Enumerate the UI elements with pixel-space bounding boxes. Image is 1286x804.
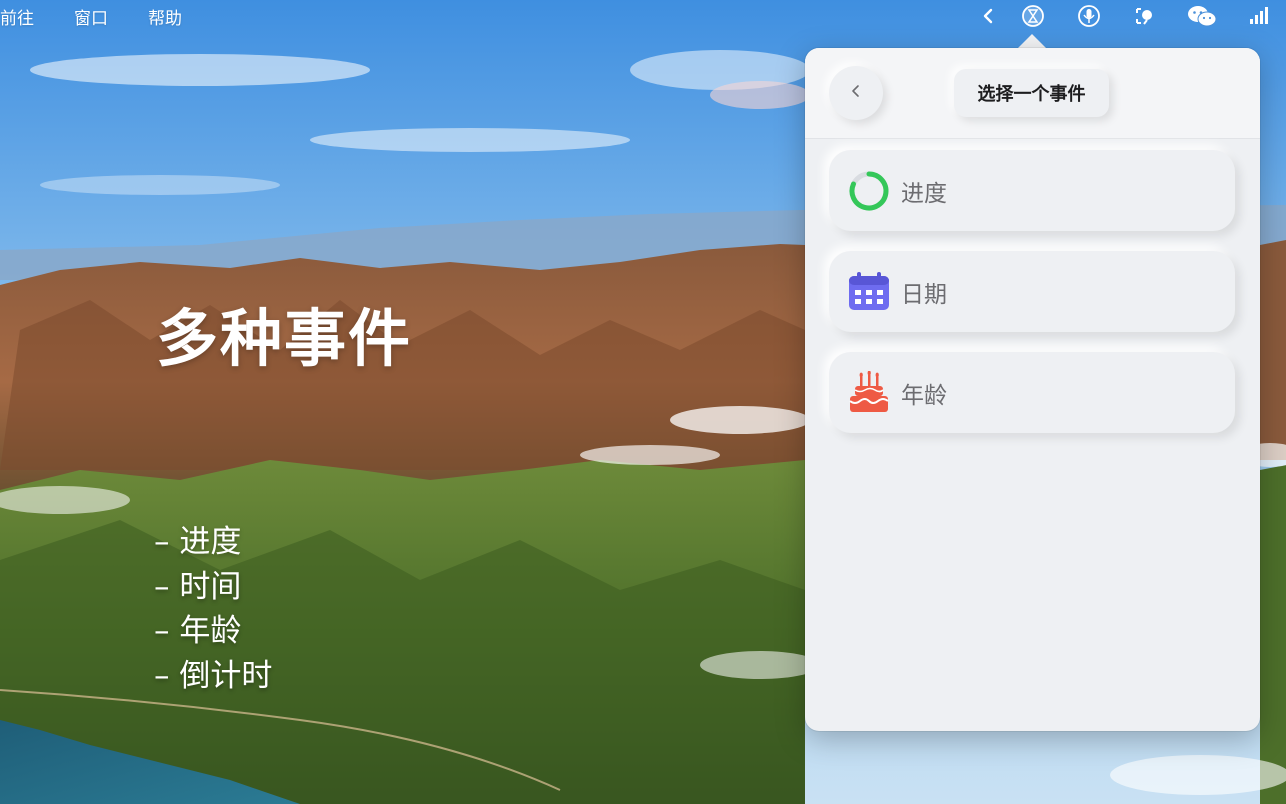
menu-help[interactable]: 帮助 (148, 4, 196, 29)
back-button[interactable] (829, 66, 883, 120)
promo-headline: 多种事件 (156, 302, 413, 375)
feature-item: – 倒计时 (154, 657, 273, 694)
signal-bars-icon[interactable] (1246, 4, 1272, 28)
feature-list: – 进度 – 时间 – 年龄 – 倒计时 (154, 520, 272, 698)
wechat-icon[interactable] (1186, 4, 1218, 28)
chevron-left-icon (848, 83, 864, 103)
event-type-list: 进度 日期 年龄 (829, 150, 1235, 453)
popover-arrow (1017, 34, 1047, 49)
event-picker-popover: 选择一个事件 进度 日期 年龄 (805, 48, 1260, 731)
popover-title: 选择一个事件 (954, 69, 1109, 117)
hourglass-icon[interactable] (1020, 4, 1046, 28)
menu-window[interactable]: 窗口 (74, 4, 122, 29)
event-option-label: 日期 (901, 281, 947, 308)
event-option-date[interactable]: 日期 (829, 251, 1235, 332)
mic-icon[interactable] (1076, 4, 1102, 28)
birthday-cake-icon (847, 370, 891, 415)
feature-item: – 年龄 (154, 613, 242, 649)
event-option-label: 年龄 (901, 382, 947, 409)
chevron-left-icon[interactable] (976, 4, 1002, 28)
event-option-age[interactable]: 年龄 (829, 352, 1235, 433)
progress-ring-icon (847, 169, 891, 213)
popover-header: 选择一个事件 (805, 48, 1260, 139)
menu-go[interactable]: 前往 (0, 4, 48, 29)
feature-item: – 进度 (154, 524, 242, 560)
event-option-label: 进度 (901, 180, 947, 207)
feature-item: – 时间 (154, 568, 242, 605)
event-option-progress[interactable]: 进度 (829, 150, 1235, 231)
app-menus: 前往 窗口 帮助 (0, 4, 196, 29)
calendar-icon (847, 270, 891, 314)
screen-capture-icon[interactable] (1132, 4, 1158, 28)
